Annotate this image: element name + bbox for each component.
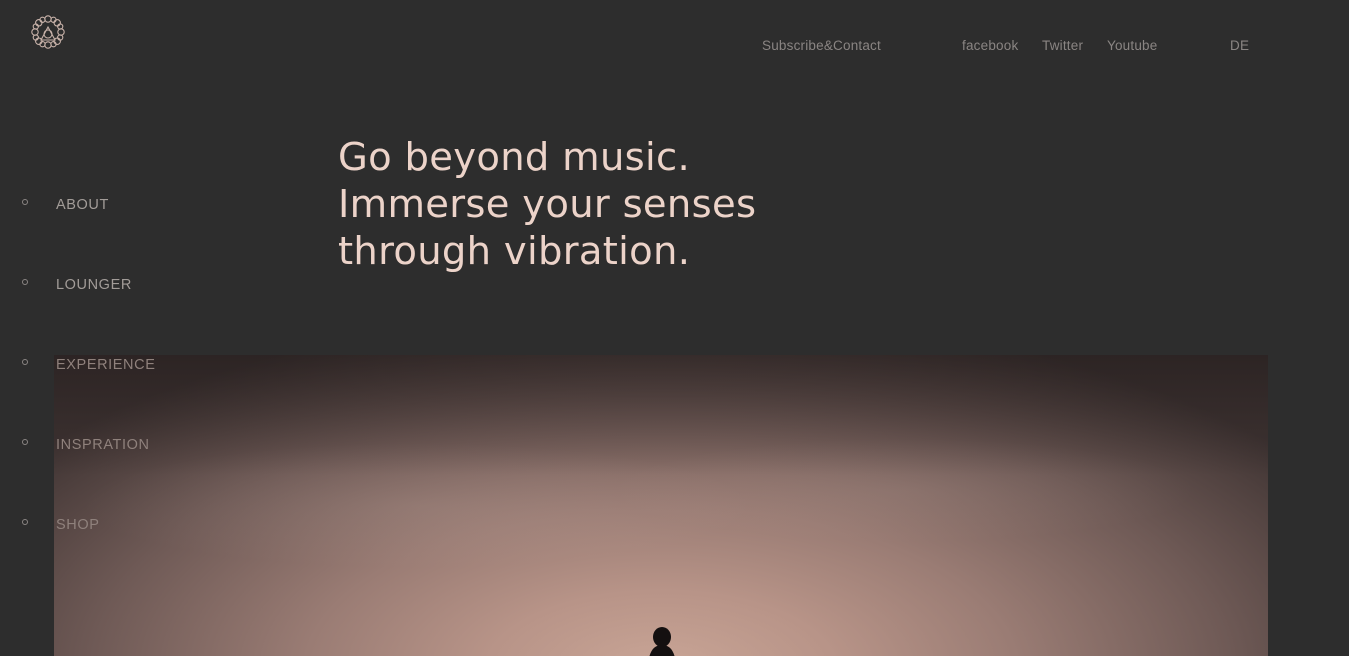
language-switch-link[interactable]: DE bbox=[1230, 38, 1249, 54]
hero-image-sky bbox=[54, 355, 1268, 656]
person-silhouette-icon bbox=[649, 627, 675, 656]
sidenav-item-label: ABOUT bbox=[56, 197, 109, 213]
logo-link[interactable] bbox=[29, 13, 67, 51]
sidenav-item-label: LOUNGER bbox=[56, 277, 132, 293]
bullet-icon bbox=[22, 359, 28, 365]
subscribe-contact-link[interactable]: Subscribe&Contact bbox=[762, 38, 881, 54]
youtube-link[interactable]: Youtube bbox=[1107, 38, 1157, 54]
facebook-link[interactable]: facebook bbox=[962, 38, 1018, 54]
headline-line-1: Go beyond music. bbox=[338, 135, 691, 180]
hero-image bbox=[54, 355, 1268, 656]
twitter-link[interactable]: Twitter bbox=[1042, 38, 1083, 54]
bullet-icon bbox=[22, 279, 28, 285]
page: Subscribe&Contact facebook Twitter Youtu… bbox=[0, 0, 1349, 656]
bullet-icon bbox=[22, 439, 28, 445]
bullet-icon bbox=[22, 199, 28, 205]
flower-knot-logo-icon bbox=[31, 15, 65, 49]
sidenav-item-label: INSPRATION bbox=[56, 437, 150, 453]
headline-line-3: through vibration. bbox=[338, 229, 691, 274]
bullet-icon bbox=[22, 519, 28, 525]
sidenav-item-label: SHOP bbox=[56, 517, 100, 533]
headline-line-2: Immerse your senses bbox=[338, 182, 757, 227]
hero-headline: Go beyond music. Immerse your senses thr… bbox=[338, 134, 756, 275]
sidenav-item-label: EXPERIENCE bbox=[56, 357, 156, 373]
